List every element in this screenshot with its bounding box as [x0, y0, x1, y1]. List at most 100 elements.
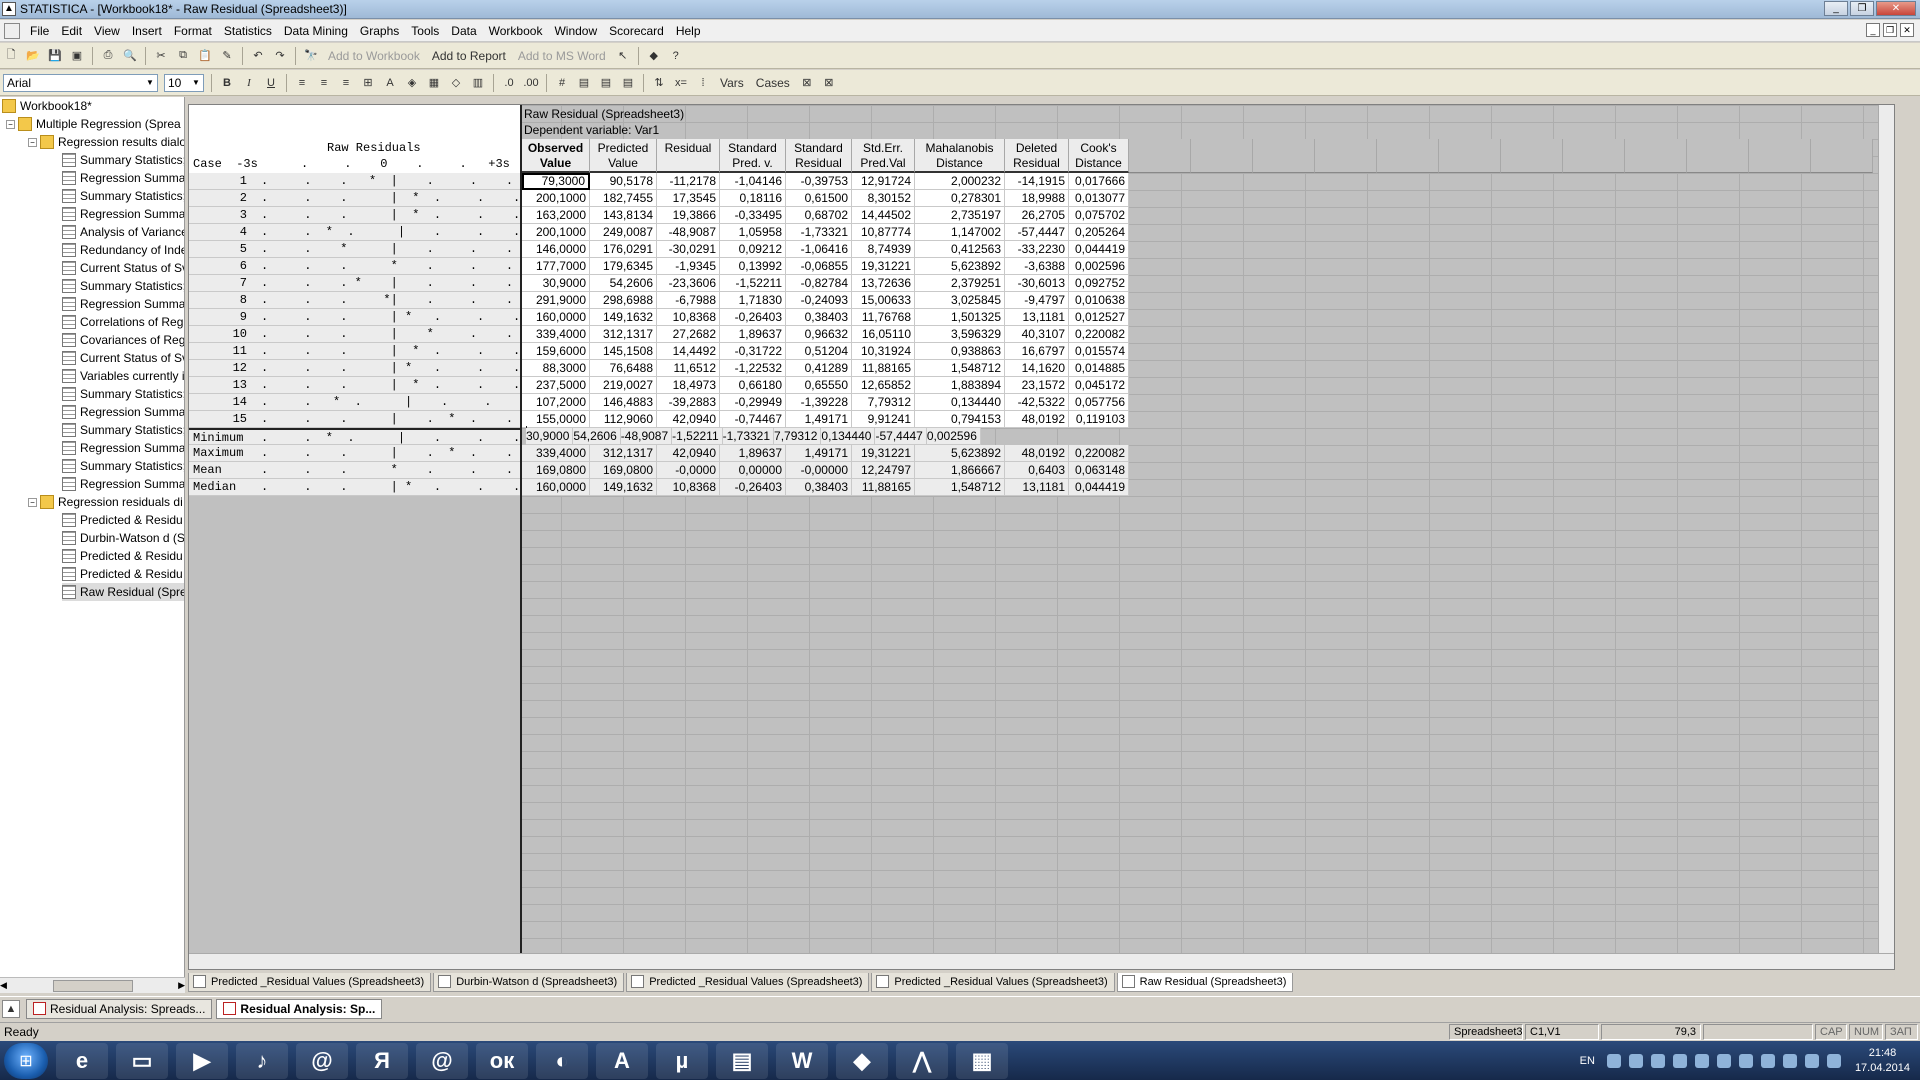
- table-cell[interactable]: 13,72636: [852, 275, 915, 292]
- table-cell[interactable]: 200,1000: [522, 224, 590, 241]
- empty-column-header[interactable]: [1253, 139, 1315, 173]
- app-a-icon[interactable]: A: [596, 1042, 648, 1079]
- case-row-label[interactable]: 1 . . . * | . . .: [189, 173, 520, 190]
- table-cell[interactable]: 107,2000: [522, 394, 590, 411]
- variables-icon[interactable]: x=: [672, 74, 690, 92]
- table-cell[interactable]: 0,017666: [1069, 173, 1129, 190]
- tray-icon[interactable]: [1628, 1053, 1643, 1068]
- table-cell[interactable]: 159,6000: [522, 343, 590, 360]
- clock[interactable]: 21:48 17.04.2014: [1855, 1046, 1910, 1076]
- font-color-icon[interactable]: A: [381, 74, 399, 92]
- table-cell[interactable]: -14,1915: [1005, 173, 1069, 190]
- tray-icon[interactable]: [1694, 1053, 1709, 1068]
- open-icon[interactable]: 📂: [24, 47, 42, 65]
- table-cell[interactable]: 112,9060: [590, 411, 657, 428]
- table-cell[interactable]: 312,1317: [590, 445, 657, 462]
- table-cell[interactable]: -0,82784: [786, 275, 852, 292]
- table-cell[interactable]: 27,2682: [657, 326, 720, 343]
- table-cell[interactable]: 48,0192: [1005, 445, 1069, 462]
- floppy-icon[interactable]: ▤: [716, 1042, 768, 1079]
- table-cell[interactable]: 42,0940: [657, 445, 720, 462]
- menu-view[interactable]: View: [88, 24, 126, 38]
- table-cell[interactable]: 23,1572: [1005, 377, 1069, 394]
- table-cell[interactable]: 169,0800: [522, 462, 590, 479]
- table-cell[interactable]: -0,31722: [720, 343, 786, 360]
- table-cell[interactable]: 146,0000: [522, 241, 590, 258]
- decimal-increase-icon[interactable]: .0: [500, 74, 518, 92]
- tree-item[interactable]: Predicted & Residu: [62, 511, 183, 529]
- table-cell[interactable]: 0,015574: [1069, 343, 1129, 360]
- print-preview-icon[interactable]: 🔍: [121, 47, 139, 65]
- table-cell[interactable]: 179,6345: [590, 258, 657, 275]
- table-cell[interactable]: 19,31221: [852, 445, 915, 462]
- cut-icon[interactable]: ✂: [152, 47, 170, 65]
- borders-icon[interactable]: ▦: [425, 74, 443, 92]
- column-header[interactable]: Deleted Residual: [1005, 139, 1069, 173]
- table-icon[interactable]: ▤: [597, 74, 615, 92]
- table-cell[interactable]: 18,9988: [1005, 190, 1069, 207]
- case-row-label[interactable]: 9 . . . | * . . .: [189, 309, 520, 326]
- sort-icon[interactable]: ⇅: [650, 74, 668, 92]
- case-row-label[interactable]: 3 . . . | * . . .: [189, 207, 520, 224]
- table-cell[interactable]: -1,9345: [657, 258, 720, 275]
- table-cell[interactable]: 9,91241: [852, 411, 915, 428]
- analysis-icon[interactable]: ▲: [2, 999, 20, 1018]
- scroll-thumb[interactable]: [52, 979, 133, 992]
- table-cell[interactable]: -9,4797: [1005, 292, 1069, 309]
- tree-item[interactable]: Summary Statistics;: [62, 421, 184, 439]
- table-cell[interactable]: 7,79312: [774, 428, 822, 445]
- table-cell[interactable]: 14,4492: [657, 343, 720, 360]
- marker-icon[interactable]: ◇: [447, 74, 465, 92]
- tree-item[interactable]: Current Status of Sv: [62, 259, 184, 277]
- table-cell[interactable]: 2,735197: [915, 207, 1005, 224]
- table-cell[interactable]: -0,26403: [720, 479, 786, 496]
- tray-icon[interactable]: [1738, 1053, 1753, 1068]
- case-row-label[interactable]: 5 . . * | . . .: [189, 241, 520, 258]
- cases-button[interactable]: Cases: [756, 76, 790, 90]
- case-row-label[interactable]: 10 . . . | * . .: [189, 326, 520, 343]
- table-cell[interactable]: 54,2606: [573, 428, 621, 445]
- table-cell[interactable]: 146,4883: [590, 394, 657, 411]
- menu-data[interactable]: Data: [445, 24, 482, 38]
- table-cell[interactable]: -0,24093: [786, 292, 852, 309]
- tree-group-residuals[interactable]: − Regression residuals di: [28, 493, 183, 511]
- empty-column-header[interactable]: [1191, 139, 1253, 173]
- table-cell[interactable]: -1,73321: [786, 224, 852, 241]
- selected-cell[interactable]: 79,3000: [522, 173, 590, 190]
- language-indicator[interactable]: EN: [1580, 1055, 1595, 1067]
- column-header[interactable]: Mahalanobis Distance: [915, 139, 1005, 173]
- column-header[interactable]: Residual: [657, 139, 720, 173]
- table-cell[interactable]: 88,3000: [522, 360, 590, 377]
- empty-column-header[interactable]: [1563, 139, 1625, 173]
- table-cell[interactable]: 54,2606: [590, 275, 657, 292]
- table-cell[interactable]: 16,05110: [852, 326, 915, 343]
- menu-insert[interactable]: Insert: [126, 24, 168, 38]
- case-row-label[interactable]: 13 . . . | * . . .: [189, 377, 520, 394]
- table-cell[interactable]: -6,7988: [657, 292, 720, 309]
- document-icon[interactable]: [4, 22, 20, 39]
- table-cell[interactable]: 0,012527: [1069, 309, 1129, 326]
- column-header[interactable]: Predicted Value: [590, 139, 657, 173]
- vars-button[interactable]: Vars: [720, 76, 744, 90]
- tree-item[interactable]: Analysis of Variance: [62, 223, 184, 241]
- mail-icon[interactable]: @: [416, 1042, 468, 1079]
- table-cell[interactable]: 1,866667: [915, 462, 1005, 479]
- case-row-label[interactable]: 2 . . . | * . . .: [189, 190, 520, 207]
- table-cell[interactable]: -0,39753: [786, 173, 852, 190]
- new-icon[interactable]: 🗋: [2, 47, 20, 65]
- table-cell[interactable]: 182,7455: [590, 190, 657, 207]
- merge-icon[interactable]: ⊞: [359, 74, 377, 92]
- table-cell[interactable]: 1,883894: [915, 377, 1005, 394]
- tree-item[interactable]: Regression Summa: [62, 295, 184, 313]
- menu-help[interactable]: Help: [670, 24, 707, 38]
- table-cell[interactable]: 0,010638: [1069, 292, 1129, 309]
- table-cell[interactable]: 2,379251: [915, 275, 1005, 292]
- table-cell[interactable]: 0,045172: [1069, 377, 1129, 394]
- table-cell[interactable]: 0,205264: [1069, 224, 1129, 241]
- table-cell[interactable]: 1,501325: [915, 309, 1005, 326]
- mdi-minimize-icon[interactable]: _: [1866, 23, 1880, 37]
- collapse-icon[interactable]: −: [6, 119, 15, 129]
- table-cell[interactable]: 219,0027: [590, 377, 657, 394]
- empty-column-header[interactable]: [1811, 139, 1873, 173]
- statistica-icon[interactable]: ⋀: [896, 1042, 948, 1079]
